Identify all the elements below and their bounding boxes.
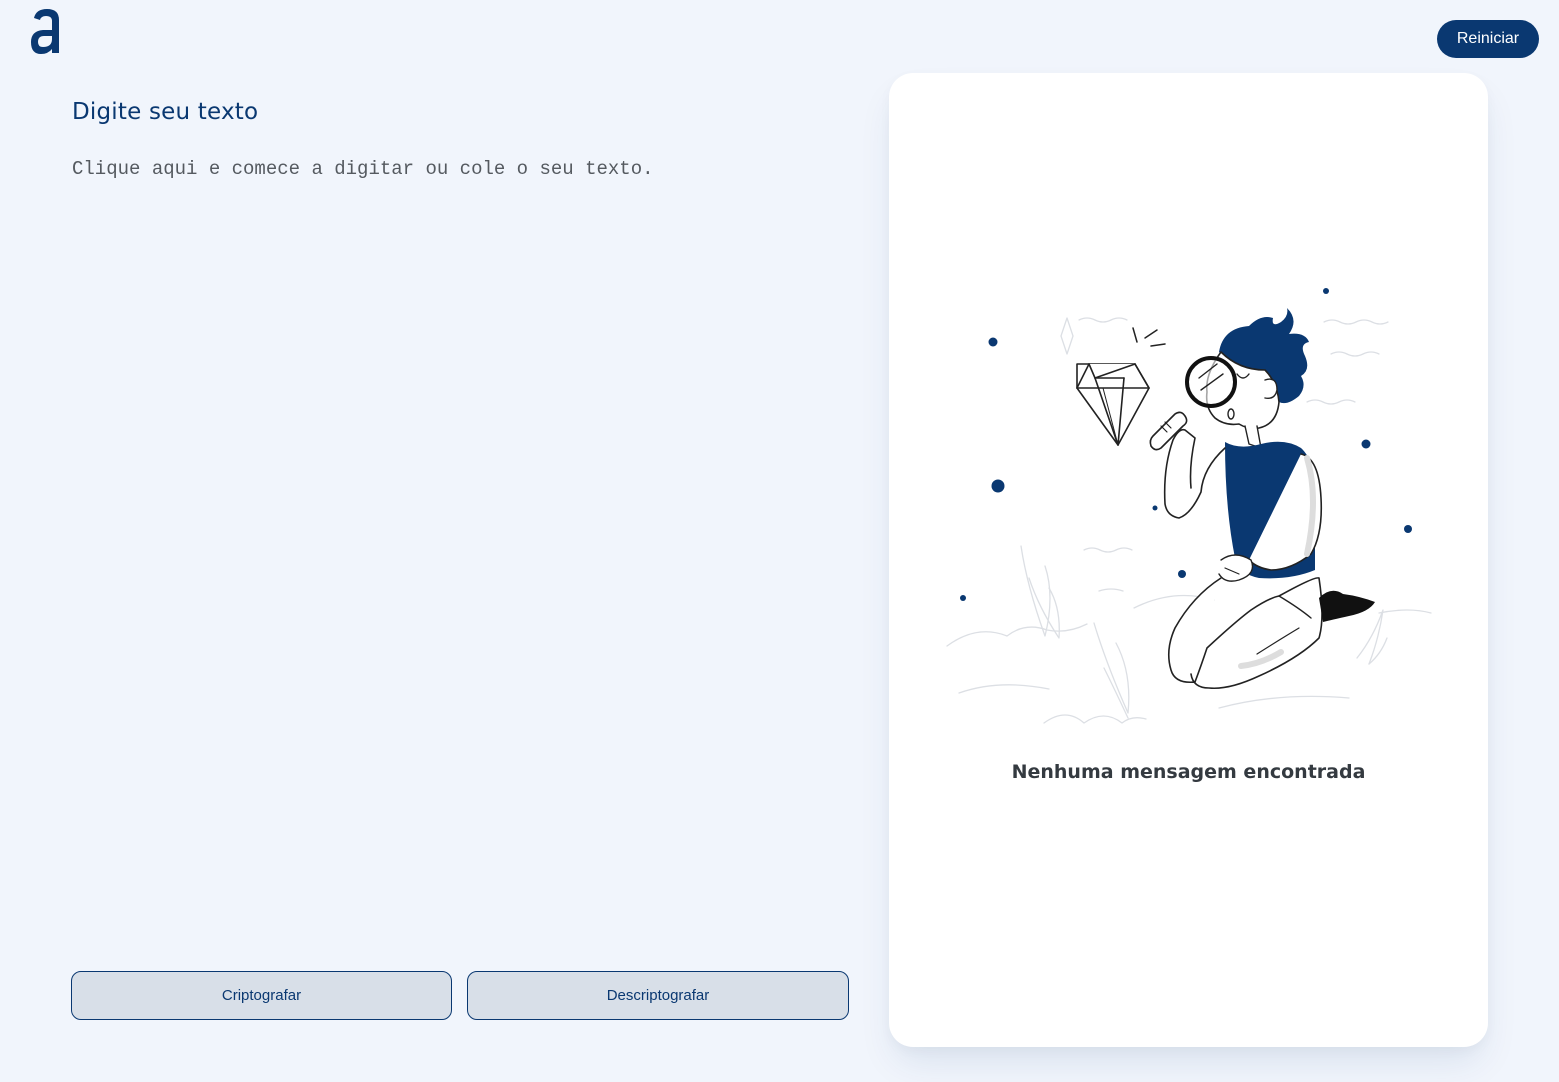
decrypt-button[interactable]: Descriptografar — [467, 971, 849, 1020]
sparkle-lines — [1132, 327, 1166, 347]
output-panel: Nenhuma mensagem encontrada — [889, 73, 1488, 1047]
input-title: Digite seu texto — [72, 99, 259, 125]
diamond-icon — [1076, 363, 1150, 446]
encrypt-button[interactable]: Criptografar — [71, 971, 452, 1020]
person-figure — [1149, 308, 1375, 690]
text-input-area[interactable] — [72, 158, 842, 918]
empty-message: Nenhuma mensagem encontrada — [1011, 761, 1366, 783]
person-with-magnifier-illustration — [946, 288, 1432, 724]
alura-logo-icon[interactable] — [28, 6, 66, 56]
reset-button[interactable]: Reiniciar — [1437, 20, 1539, 58]
app-page: Reiniciar Digite seu texto Criptografar … — [0, 0, 1559, 1082]
